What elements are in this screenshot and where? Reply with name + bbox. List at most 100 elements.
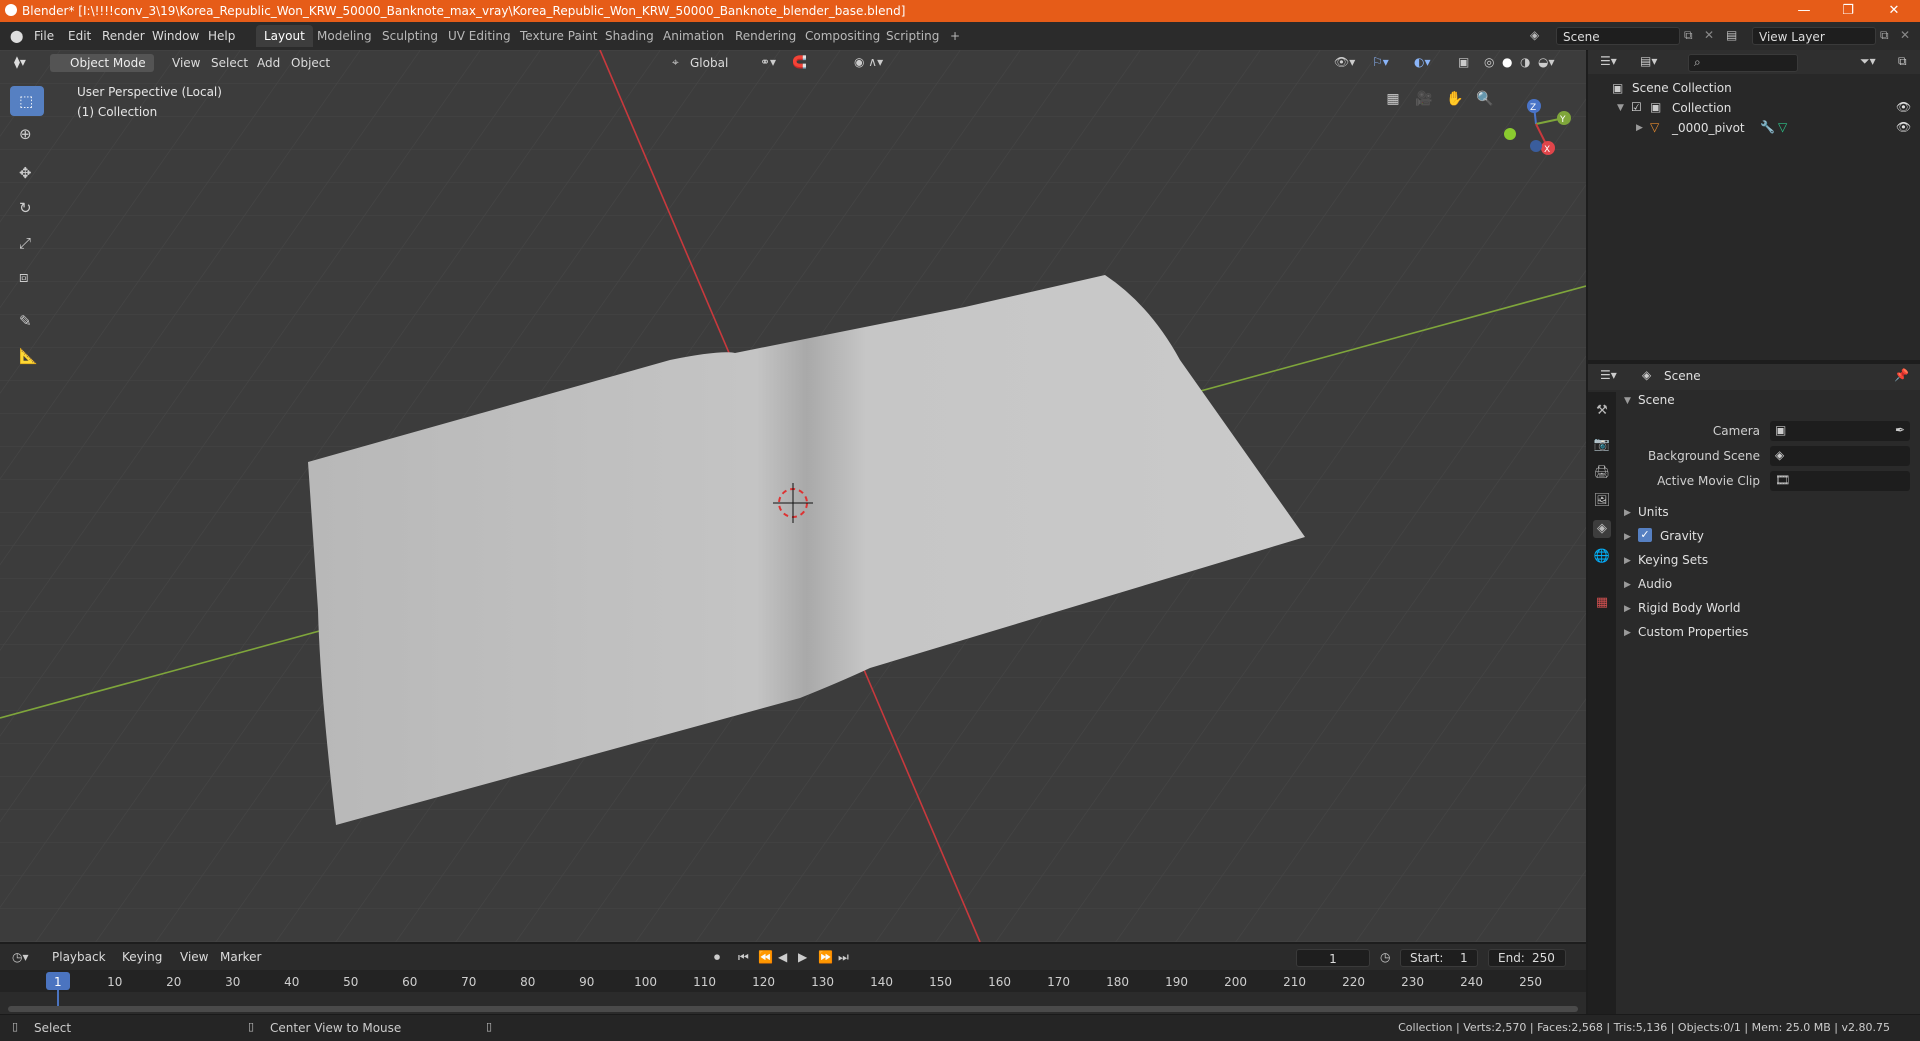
rigid-body-world-arrow-icon[interactable]: ▶	[1624, 604, 1631, 614]
audio-panel[interactable]: Audio	[1638, 577, 1672, 591]
close-button[interactable]: ✕	[1874, 0, 1914, 22]
timeline-menu-keying[interactable]: Keying	[116, 947, 168, 967]
tab-layout[interactable]: Layout	[256, 25, 313, 47]
units-arrow-icon[interactable]: ▶	[1624, 508, 1631, 518]
scene-panel-arrow-icon[interactable]: ▼	[1624, 396, 1631, 406]
jump-end-icon[interactable]: ⏭	[838, 950, 849, 965]
tab-shading[interactable]: Shading	[597, 25, 662, 47]
camera-view-icon[interactable]: 🎥	[1411, 86, 1437, 112]
overlay-toggle-icon[interactable]: ◐▾	[1414, 55, 1431, 69]
gravity-checkbox[interactable]: ✓	[1638, 528, 1652, 542]
tab-texture-paint[interactable]: Texture Paint	[512, 25, 605, 47]
filter-icon[interactable]: ⏷▾	[1860, 54, 1876, 69]
tab-animation[interactable]: Animation	[655, 25, 732, 47]
display-mode-icon[interactable]: ▤▾	[1640, 54, 1657, 68]
next-keyframe-icon[interactable]: ⏩	[818, 950, 833, 964]
timeline-menu-marker[interactable]: Marker	[214, 947, 267, 967]
tab-sculpting[interactable]: Sculpting	[374, 25, 446, 47]
keying-sets-panel[interactable]: Keying Sets	[1638, 553, 1708, 567]
tab-modeling[interactable]: Modeling	[309, 25, 380, 47]
measure-tool-icon[interactable]: 📐	[19, 347, 38, 365]
prev-keyframe-icon[interactable]: ⏪	[758, 950, 773, 964]
play-reverse-icon[interactable]: ◀	[778, 950, 787, 964]
move-tool-icon[interactable]: ✥	[19, 164, 32, 182]
annotate-tool-icon[interactable]: ✎	[19, 312, 32, 330]
outliner-scene-collection[interactable]: Scene Collection	[1632, 81, 1732, 95]
mesh-data-icon[interactable]: ▽	[1778, 120, 1787, 134]
view-layer-tab-icon[interactable]: 🖼	[1593, 492, 1611, 510]
view-layer-selector[interactable]: View Layer	[1752, 27, 1876, 45]
timeline-editor-icon[interactable]: ◷▾	[12, 950, 29, 964]
solid-shading-icon[interactable]: ●	[1502, 55, 1512, 69]
visibility-icon[interactable]: 👁▾	[1334, 55, 1355, 69]
clock-icon[interactable]: ◷	[1380, 950, 1390, 964]
scene-selector[interactable]: Scene	[1556, 27, 1680, 45]
remove-view-layer-icon[interactable]: ✕	[1900, 28, 1910, 42]
viewport-menu-select[interactable]: Select	[205, 53, 254, 73]
menu-render[interactable]: Render	[102, 29, 145, 43]
3d-viewport[interactable]	[0, 50, 1586, 942]
rotate-tool-icon[interactable]: ↻	[19, 199, 32, 217]
outliner-search-input[interactable]	[1688, 54, 1798, 72]
timeline-scrollbar[interactable]	[8, 1006, 1578, 1012]
jump-start-icon[interactable]: ⏮	[738, 950, 749, 965]
timeline-menu-playback[interactable]: Playback	[46, 947, 112, 967]
keying-sets-arrow-icon[interactable]: ▶	[1624, 556, 1631, 566]
add-workspace-button[interactable]: +	[942, 25, 968, 47]
blender-menu-icon[interactable]: ⬤	[10, 29, 23, 43]
custom-properties-arrow-icon[interactable]: ▶	[1624, 628, 1631, 638]
tab-uv-editing[interactable]: UV Editing	[440, 25, 519, 47]
scene-panel-title[interactable]: Scene	[1638, 393, 1675, 407]
snap-icon[interactable]: 🧲	[792, 55, 807, 69]
transform-tool-icon[interactable]: ⧈	[19, 268, 29, 286]
scene-tab-icon[interactable]: ◈	[1593, 520, 1611, 538]
world-tab-icon[interactable]: 🌐	[1593, 548, 1611, 566]
camera-field[interactable]	[1770, 421, 1910, 441]
editor-type-3dview-icon[interactable]: ⧫▾	[14, 55, 26, 69]
background-scene-field[interactable]	[1770, 446, 1910, 466]
rendered-shading-icon[interactable]: ◒▾	[1538, 55, 1555, 69]
wireframe-shading-icon[interactable]: ◎	[1484, 55, 1494, 69]
play-icon[interactable]: ▶	[798, 950, 807, 964]
output-tab-icon[interactable]: 🖨	[1593, 464, 1611, 482]
menu-window[interactable]: Window	[152, 29, 199, 43]
timeline-menu-view[interactable]: View	[174, 947, 214, 967]
custom-properties-panel[interactable]: Custom Properties	[1638, 625, 1748, 639]
tab-scripting[interactable]: Scripting	[878, 25, 947, 47]
xray-icon[interactable]: ▣	[1458, 55, 1469, 69]
toggle-grid-icon[interactable]: ▦	[1380, 86, 1406, 112]
expand-object-icon[interactable]: ▶	[1636, 123, 1643, 133]
new-scene-icon[interactable]: ⧉	[1684, 28, 1693, 43]
current-frame-field[interactable]: 1	[1296, 949, 1370, 967]
object-visibility-icon[interactable]: 👁	[1896, 120, 1911, 134]
new-view-layer-icon[interactable]: ⧉	[1880, 28, 1889, 43]
outliner[interactable]	[1588, 50, 1920, 360]
pan-hand-icon[interactable]: ✋	[1442, 86, 1468, 112]
navigation-gizmo[interactable]: Z Y X	[1494, 90, 1574, 162]
remove-scene-icon[interactable]: ✕	[1704, 28, 1714, 42]
active-movie-clip-field[interactable]	[1770, 471, 1910, 491]
menu-help[interactable]: Help	[208, 29, 235, 43]
audio-arrow-icon[interactable]: ▶	[1624, 580, 1631, 590]
scale-tool-icon[interactable]: ⤢	[19, 234, 31, 252]
outliner-collection[interactable]: Collection	[1672, 101, 1731, 115]
modifier-wrench-icon[interactable]: 🔧	[1760, 120, 1775, 134]
cursor-tool-icon[interactable]: ⊕	[19, 125, 32, 143]
collection-visibility-icon[interactable]: 👁	[1896, 100, 1911, 114]
gravity-arrow-icon[interactable]: ▶	[1624, 532, 1631, 542]
rigid-body-world-panel[interactable]: Rigid Body World	[1638, 601, 1741, 615]
gravity-panel[interactable]: Gravity	[1660, 529, 1704, 543]
viewport-menu-view[interactable]: View	[166, 53, 206, 73]
collapse-collection-icon[interactable]: ▼	[1617, 103, 1624, 113]
eyedropper-icon[interactable]: ✒	[1895, 423, 1905, 437]
tab-rendering[interactable]: Rendering	[727, 25, 804, 47]
viewport-menu-add[interactable]: Add	[251, 53, 286, 73]
proportional-edit-icon[interactable]: ◉ ∧▾	[854, 55, 883, 69]
viewport-menu-object[interactable]: Object	[285, 53, 336, 73]
minimize-button[interactable]: —	[1784, 0, 1824, 22]
units-panel[interactable]: Units	[1638, 505, 1669, 519]
pin-icon[interactable]: 📌	[1894, 368, 1909, 382]
texture-tab-icon[interactable]: ▦	[1593, 594, 1611, 612]
menu-edit[interactable]: Edit	[68, 29, 91, 43]
gizmo-toggle-icon[interactable]: ⚐▾	[1372, 55, 1389, 69]
